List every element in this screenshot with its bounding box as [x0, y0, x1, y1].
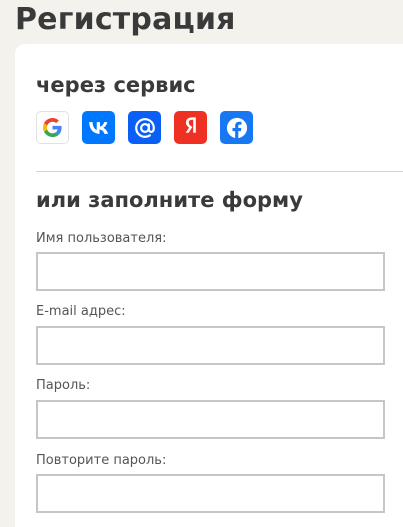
at-sign-icon [134, 117, 155, 138]
email-input[interactable] [36, 326, 385, 365]
username-input[interactable] [36, 252, 385, 291]
email-label: E-mail адрес: [36, 304, 126, 319]
yandex-icon [185, 116, 196, 133]
social-login-row [36, 111, 253, 144]
section-divider [36, 171, 403, 172]
vk-icon [88, 121, 108, 134]
password-repeat-input[interactable] [36, 474, 385, 513]
password-repeat-label: Повторите пароль: [36, 453, 167, 468]
registration-page: Регистрация через сервис или заполните ф… [0, 0, 403, 527]
form-section-title: или заполните форму [36, 188, 303, 212]
password-label: Пароль: [36, 378, 91, 393]
page-title: Регистрация [15, 2, 236, 37]
facebook-icon [226, 117, 247, 139]
google-login-button[interactable] [36, 111, 69, 144]
username-label: Имя пользователя: [36, 231, 167, 246]
registration-card: через сервис или заполните форму Имя пол… [15, 44, 403, 527]
facebook-login-button[interactable] [220, 111, 253, 144]
password-input[interactable] [36, 400, 385, 439]
vk-login-button[interactable] [82, 111, 115, 144]
yandex-login-button[interactable] [174, 111, 207, 144]
mailru-login-button[interactable] [128, 111, 161, 144]
social-section-title: через сервис [36, 73, 196, 97]
google-icon [43, 118, 62, 137]
